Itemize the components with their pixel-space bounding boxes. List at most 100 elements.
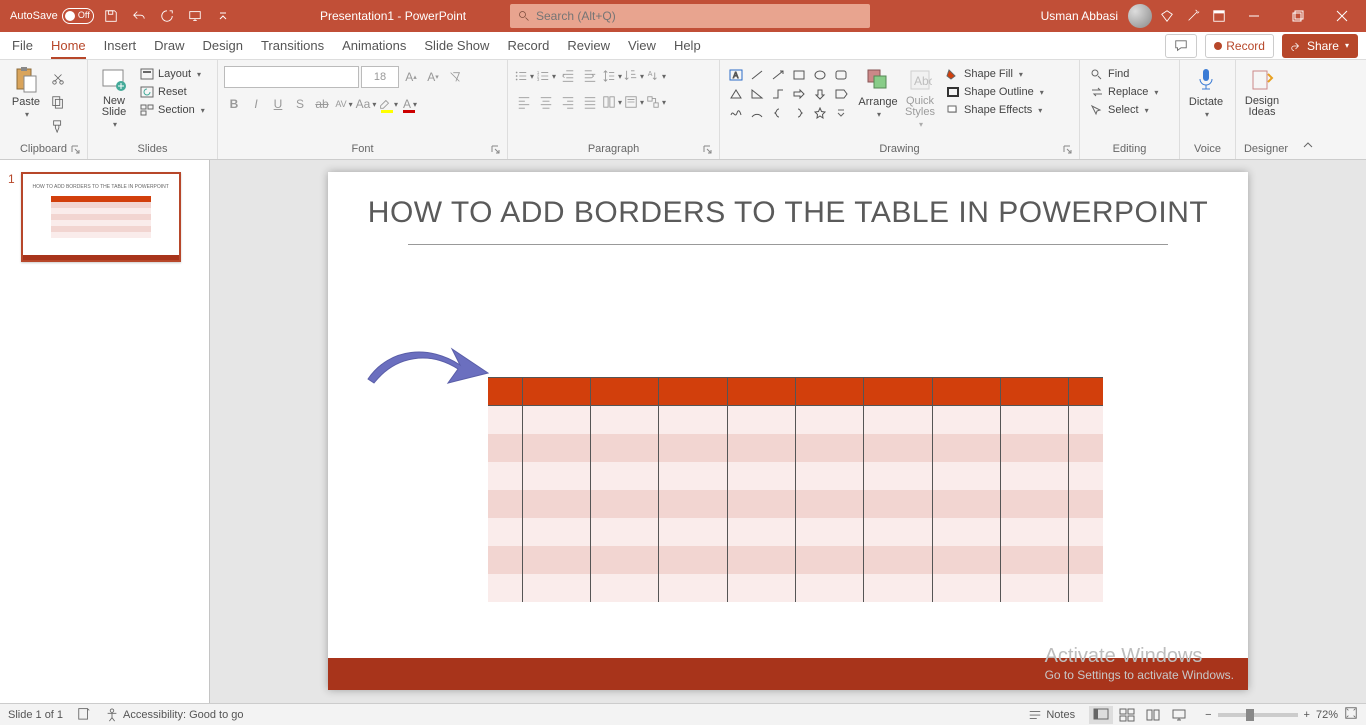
increase-indent-icon[interactable] [580,66,600,86]
shadow-icon[interactable]: S [290,94,310,114]
underline-icon[interactable]: U [268,94,288,114]
copy-icon[interactable] [48,92,68,112]
wand-icon[interactable] [1182,5,1204,27]
shape-arrow-line[interactable] [768,66,788,84]
tab-insert[interactable]: Insert [104,34,137,57]
fit-to-window-icon[interactable] [1344,706,1358,723]
shape-oval[interactable] [810,66,830,84]
sorter-view-icon[interactable] [1115,706,1139,724]
shape-rect[interactable] [789,66,809,84]
select-button[interactable]: Select▾ [1086,102,1153,118]
align-text-icon[interactable]: ▾ [624,92,644,112]
slide-thumbnail-1[interactable]: HOW TO ADD BORDERS TO THE TABLE IN POWER… [21,172,181,262]
decrease-font-icon[interactable]: A▾ [423,67,443,87]
accessibility-status[interactable]: Accessibility: Good to go [105,708,243,722]
normal-view-icon[interactable] [1089,706,1113,724]
shape-effects-button[interactable]: Shape Effects▾ [942,102,1048,118]
reading-view-icon[interactable] [1141,706,1165,724]
tab-home[interactable]: Home [51,34,86,59]
quick-styles-button[interactable]: Abc Quick Styles ▾ [900,66,940,129]
replace-button[interactable]: Replace▾ [1086,84,1162,100]
shape-fill-button[interactable]: Shape Fill▾ [942,66,1048,82]
tab-slideshow[interactable]: Slide Show [424,34,489,57]
line-spacing-icon[interactable]: ▾ [602,66,622,86]
reset-button[interactable]: Reset [136,84,209,100]
zoom-percent[interactable]: 72% [1316,709,1338,721]
shape-arc[interactable] [747,104,767,122]
shape-elbow[interactable] [768,85,788,103]
dictate-button[interactable]: Dictate ▾ [1186,66,1226,119]
slide-editor[interactable]: HOW TO ADD BORDERS TO THE TABLE IN POWER… [210,160,1366,703]
drawing-launcher-icon[interactable] [1063,145,1073,155]
shape-outline-button[interactable]: Shape Outline▾ [942,84,1048,100]
qat-customize-icon[interactable] [212,5,234,27]
clipboard-launcher-icon[interactable] [71,145,81,155]
format-painter-icon[interactable] [48,116,68,136]
undo-icon[interactable] [128,5,150,27]
tab-view[interactable]: View [628,34,656,57]
increase-font-icon[interactable]: A▴ [401,67,421,87]
diamond-icon[interactable] [1156,5,1178,27]
strikethrough-icon[interactable]: ab [312,94,332,114]
shape-textbox[interactable]: A [726,66,746,84]
share-button[interactable]: Share▾ [1282,34,1358,58]
redo-icon[interactable] [156,5,178,27]
align-left-icon[interactable] [514,92,534,112]
text-direction-icon[interactable]: A▾ [646,66,666,86]
slide-table[interactable] [488,377,1103,602]
record-button[interactable]: Record [1205,34,1274,58]
font-launcher-icon[interactable] [491,145,501,155]
minimize-button[interactable] [1234,0,1274,32]
autosave-switch[interactable]: Off [62,8,94,24]
italic-icon[interactable]: I [246,94,266,114]
slide-title[interactable]: HOW TO ADD BORDERS TO THE TABLE IN POWER… [328,196,1248,230]
numbering-icon[interactable]: 123▾ [536,66,556,86]
zoom-slider[interactable] [1218,713,1298,717]
shape-arrow-down[interactable] [810,85,830,103]
arrange-button[interactable]: Arrange ▾ [858,66,898,119]
curved-arrow-shape[interactable] [360,337,490,397]
paragraph-launcher-icon[interactable] [703,145,713,155]
shape-right-triangle[interactable] [747,85,767,103]
smartart-icon[interactable]: ▾ [646,92,666,112]
bullets-icon[interactable]: ▾ [514,66,534,86]
maximize-button[interactable] [1278,0,1318,32]
close-button[interactable] [1322,0,1362,32]
ribbon-display-icon[interactable] [1208,5,1230,27]
decrease-indent-icon[interactable] [558,66,578,86]
highlight-icon[interactable]: ▾ [378,94,398,114]
clear-formatting-icon[interactable] [445,67,465,87]
user-avatar[interactable] [1128,4,1152,28]
zoom-in-icon[interactable]: + [1304,709,1310,721]
tab-file[interactable]: File [12,34,33,57]
zoom-out-icon[interactable]: − [1205,709,1211,721]
find-button[interactable]: Find [1086,66,1133,82]
slide-count[interactable]: Slide 1 of 1 [8,709,63,721]
search-box[interactable] [510,4,870,28]
notes-button[interactable]: Notes [1028,708,1075,722]
tab-help[interactable]: Help [674,34,701,57]
spellcheck-icon[interactable] [77,706,91,723]
font-name-combo[interactable] [224,66,359,88]
justify-icon[interactable] [580,92,600,112]
font-color-icon[interactable]: A▾ [400,94,420,114]
shape-line[interactable] [747,66,767,84]
save-icon[interactable] [100,5,122,27]
align-right-icon[interactable] [558,92,578,112]
shape-brace-right[interactable] [789,104,809,122]
shape-star[interactable] [810,104,830,122]
shape-brace-left[interactable] [768,104,788,122]
shape-freeform[interactable] [726,104,746,122]
layout-button[interactable]: Layout▾ [136,66,209,82]
design-ideas-button[interactable]: Design Ideas [1242,66,1282,118]
new-slide-button[interactable]: New Slide ▾ [94,66,134,129]
char-spacing-icon[interactable]: AV▾ [334,94,354,114]
slide-canvas[interactable]: HOW TO ADD BORDERS TO THE TABLE IN POWER… [328,172,1248,690]
shape-pentagon[interactable] [831,85,851,103]
bold-icon[interactable]: B [224,94,244,114]
user-name[interactable]: Usman Abbasi [1041,9,1118,23]
tab-draw[interactable]: Draw [154,34,184,57]
search-input[interactable] [536,9,862,23]
collapse-ribbon-icon[interactable] [1298,135,1318,155]
cut-icon[interactable] [48,68,68,88]
